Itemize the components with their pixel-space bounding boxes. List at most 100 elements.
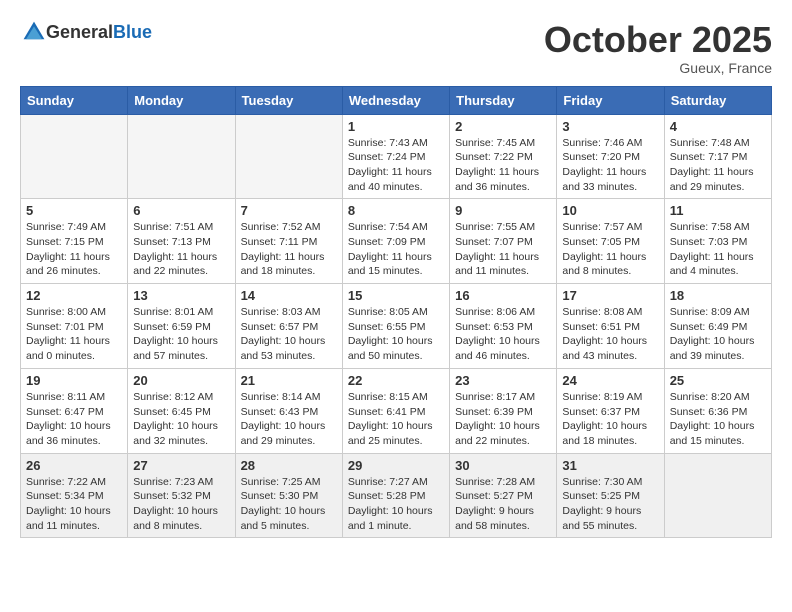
day-number: 23 bbox=[455, 373, 551, 388]
day-info: Sunrise: 7:48 AMSunset: 7:17 PMDaylight:… bbox=[670, 136, 766, 195]
day-number: 16 bbox=[455, 288, 551, 303]
day-info: Sunrise: 7:43 AMSunset: 7:24 PMDaylight:… bbox=[348, 136, 444, 195]
calendar-day-cell bbox=[235, 114, 342, 199]
calendar-day-cell: 29 Sunrise: 7:27 AMSunset: 5:28 PMDayligh… bbox=[342, 453, 449, 538]
calendar-day-cell: 2 Sunrise: 7:45 AMSunset: 7:22 PMDaylight… bbox=[450, 114, 557, 199]
day-number: 22 bbox=[348, 373, 444, 388]
calendar-day-cell: 5Sunrise: 7:49 AMSunset: 7:15 PMDaylight… bbox=[21, 199, 128, 284]
day-number: 9 bbox=[455, 203, 551, 218]
day-number: 12 bbox=[26, 288, 122, 303]
day-number: 25 bbox=[670, 373, 766, 388]
calendar-week-row: 5Sunrise: 7:49 AMSunset: 7:15 PMDaylight… bbox=[21, 199, 772, 284]
calendar-day-cell: 3Sunrise: 7:46 AMSunset: 7:20 PMDaylight… bbox=[557, 114, 664, 199]
day-number: 27 bbox=[133, 458, 229, 473]
logo: GeneralBlue bbox=[20, 20, 152, 44]
day-number: 8 bbox=[348, 203, 444, 218]
calendar-header-row: SundayMondayTuesdayWednesdayThursdayFrid… bbox=[21, 86, 772, 114]
day-of-week-header: Wednesday bbox=[342, 86, 449, 114]
day-number: 18 bbox=[670, 288, 766, 303]
calendar-day-cell: 18 Sunrise: 8:09 AMSunset: 6:49 PMDayligh… bbox=[664, 284, 771, 369]
day-number: 20 bbox=[133, 373, 229, 388]
day-number: 26 bbox=[26, 458, 122, 473]
calendar-day-cell: 9Sunrise: 7:55 AMSunset: 7:07 PMDaylight… bbox=[450, 199, 557, 284]
day-number: 3 bbox=[562, 119, 658, 134]
day-number: 14 bbox=[241, 288, 337, 303]
day-info: Sunrise: 7:22 AMSunset: 5:34 PMDaylight:… bbox=[26, 475, 122, 534]
calendar-day-cell: 30 Sunrise: 7:28 AMSunset: 5:27 PMDayligh… bbox=[450, 453, 557, 538]
title-block: October 2025 Gueux, France bbox=[544, 20, 772, 76]
calendar-day-cell: 16 Sunrise: 8:06 AMSunset: 6:53 PMDayligh… bbox=[450, 284, 557, 369]
day-info: Sunrise: 8:15 AMSunset: 6:41 PMDaylight:… bbox=[348, 390, 444, 449]
calendar-day-cell: 6 Sunrise: 7:51 AMSunset: 7:13 PMDaylight… bbox=[128, 199, 235, 284]
day-info: Sunrise: 7:25 AMSunset: 5:30 PMDaylight:… bbox=[241, 475, 337, 534]
day-info: Sunrise: 8:01 AMSunset: 6:59 PMDaylight:… bbox=[133, 305, 229, 364]
day-number: 29 bbox=[348, 458, 444, 473]
day-of-week-header: Thursday bbox=[450, 86, 557, 114]
calendar-day-cell: 8 Sunrise: 7:54 AMSunset: 7:09 PMDaylight… bbox=[342, 199, 449, 284]
day-number: 21 bbox=[241, 373, 337, 388]
day-info: Sunrise: 7:54 AMSunset: 7:09 PMDaylight:… bbox=[348, 220, 444, 279]
day-info: Sunrise: 8:11 AMSunset: 6:47 PMDaylight:… bbox=[26, 390, 122, 449]
day-info: Sunrise: 8:20 AMSunset: 6:36 PMDaylight:… bbox=[670, 390, 766, 449]
day-number: 11 bbox=[670, 203, 766, 218]
day-info: Sunrise: 7:27 AMSunset: 5:28 PMDaylight:… bbox=[348, 475, 444, 534]
day-info: Sunrise: 8:00 AMSunset: 7:01 PMDaylight:… bbox=[26, 305, 122, 364]
calendar-day-cell: 25 Sunrise: 8:20 AMSunset: 6:36 PMDayligh… bbox=[664, 368, 771, 453]
day-number: 24 bbox=[562, 373, 658, 388]
calendar-week-row: 26 Sunrise: 7:22 AMSunset: 5:34 PMDayligh… bbox=[21, 453, 772, 538]
calendar-day-cell: 27 Sunrise: 7:23 AMSunset: 5:32 PMDayligh… bbox=[128, 453, 235, 538]
day-of-week-header: Tuesday bbox=[235, 86, 342, 114]
logo-general: General bbox=[46, 22, 113, 42]
calendar-week-row: 12 Sunrise: 8:00 AMSunset: 7:01 PMDayligh… bbox=[21, 284, 772, 369]
day-info: Sunrise: 7:52 AMSunset: 7:11 PMDaylight:… bbox=[241, 220, 337, 279]
calendar-day-cell bbox=[664, 453, 771, 538]
day-of-week-header: Saturday bbox=[664, 86, 771, 114]
day-info: Sunrise: 7:28 AMSunset: 5:27 PMDaylight:… bbox=[455, 475, 551, 534]
day-info: Sunrise: 8:17 AMSunset: 6:39 PMDaylight:… bbox=[455, 390, 551, 449]
day-info: Sunrise: 8:19 AMSunset: 6:37 PMDaylight:… bbox=[562, 390, 658, 449]
day-number: 7 bbox=[241, 203, 337, 218]
day-info: Sunrise: 7:23 AMSunset: 5:32 PMDaylight:… bbox=[133, 475, 229, 534]
day-info: Sunrise: 8:12 AMSunset: 6:45 PMDaylight:… bbox=[133, 390, 229, 449]
day-of-week-header: Sunday bbox=[21, 86, 128, 114]
day-of-week-header: Monday bbox=[128, 86, 235, 114]
day-number: 6 bbox=[133, 203, 229, 218]
calendar-day-cell: 31Sunrise: 7:30 AMSunset: 5:25 PMDayligh… bbox=[557, 453, 664, 538]
calendar-day-cell: 19Sunrise: 8:11 AMSunset: 6:47 PMDayligh… bbox=[21, 368, 128, 453]
day-info: Sunrise: 7:57 AMSunset: 7:05 PMDaylight:… bbox=[562, 220, 658, 279]
day-info: Sunrise: 8:06 AMSunset: 6:53 PMDaylight:… bbox=[455, 305, 551, 364]
day-info: Sunrise: 8:03 AMSunset: 6:57 PMDaylight:… bbox=[241, 305, 337, 364]
calendar-day-cell: 20 Sunrise: 8:12 AMSunset: 6:45 PMDayligh… bbox=[128, 368, 235, 453]
calendar-day-cell: 11Sunrise: 7:58 AMSunset: 7:03 PMDayligh… bbox=[664, 199, 771, 284]
day-number: 2 bbox=[455, 119, 551, 134]
calendar-day-cell: 1 Sunrise: 7:43 AMSunset: 7:24 PMDaylight… bbox=[342, 114, 449, 199]
calendar-day-cell: 14 Sunrise: 8:03 AMSunset: 6:57 PMDayligh… bbox=[235, 284, 342, 369]
day-number: 17 bbox=[562, 288, 658, 303]
day-info: Sunrise: 7:45 AMSunset: 7:22 PMDaylight:… bbox=[455, 136, 551, 195]
calendar-day-cell: 26 Sunrise: 7:22 AMSunset: 5:34 PMDayligh… bbox=[21, 453, 128, 538]
calendar-day-cell: 13 Sunrise: 8:01 AMSunset: 6:59 PMDayligh… bbox=[128, 284, 235, 369]
day-number: 15 bbox=[348, 288, 444, 303]
day-info: Sunrise: 8:14 AMSunset: 6:43 PMDaylight:… bbox=[241, 390, 337, 449]
month-title: October 2025 bbox=[544, 20, 772, 60]
logo-blue: Blue bbox=[113, 22, 152, 42]
logo-icon bbox=[22, 20, 46, 44]
day-info: Sunrise: 8:09 AMSunset: 6:49 PMDaylight:… bbox=[670, 305, 766, 364]
day-number: 28 bbox=[241, 458, 337, 473]
day-number: 1 bbox=[348, 119, 444, 134]
calendar-day-cell bbox=[21, 114, 128, 199]
calendar-day-cell: 4 Sunrise: 7:48 AMSunset: 7:17 PMDaylight… bbox=[664, 114, 771, 199]
day-number: 30 bbox=[455, 458, 551, 473]
day-info: Sunrise: 7:51 AMSunset: 7:13 PMDaylight:… bbox=[133, 220, 229, 279]
calendar-week-row: 19Sunrise: 8:11 AMSunset: 6:47 PMDayligh… bbox=[21, 368, 772, 453]
calendar-day-cell: 24 Sunrise: 8:19 AMSunset: 6:37 PMDayligh… bbox=[557, 368, 664, 453]
calendar-day-cell: 12 Sunrise: 8:00 AMSunset: 7:01 PMDayligh… bbox=[21, 284, 128, 369]
day-number: 13 bbox=[133, 288, 229, 303]
page-header: GeneralBlue October 2025 Gueux, France bbox=[20, 20, 772, 76]
day-info: Sunrise: 8:05 AMSunset: 6:55 PMDaylight:… bbox=[348, 305, 444, 364]
calendar-day-cell: 23 Sunrise: 8:17 AMSunset: 6:39 PMDayligh… bbox=[450, 368, 557, 453]
day-number: 4 bbox=[670, 119, 766, 134]
day-info: Sunrise: 8:08 AMSunset: 6:51 PMDaylight:… bbox=[562, 305, 658, 364]
calendar-day-cell: 21 Sunrise: 8:14 AMSunset: 6:43 PMDayligh… bbox=[235, 368, 342, 453]
calendar-week-row: 1 Sunrise: 7:43 AMSunset: 7:24 PMDaylight… bbox=[21, 114, 772, 199]
